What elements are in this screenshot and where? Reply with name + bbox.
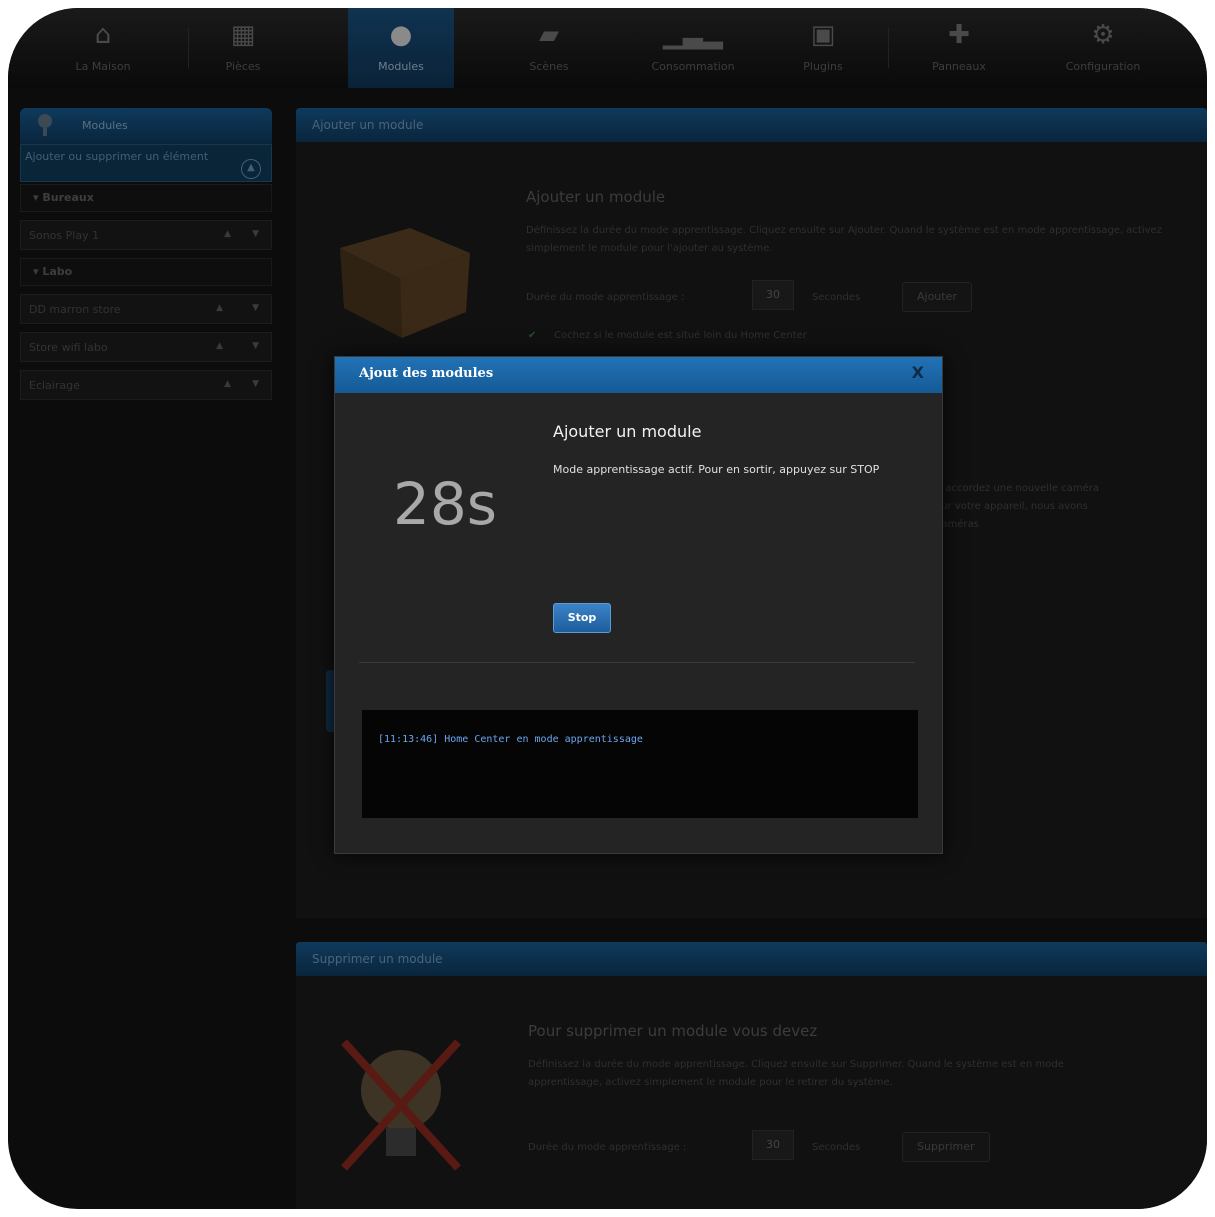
log-line: [11:13:46] Home Center en mode apprentis… [378, 734, 643, 745]
stop-button[interactable]: Stop [553, 603, 611, 633]
move-down-icon[interactable]: ▼ [252, 229, 259, 239]
add-module-panel-header: Ajouter un module [296, 108, 1207, 142]
clapper-icon: ▰ [539, 20, 559, 50]
nav-item-plugins[interactable]: ▣ Plugins [768, 8, 878, 88]
sidebar-item-eclairage[interactable]: Eclairage ▲ ▼ [20, 370, 272, 400]
close-icon[interactable]: X [912, 363, 924, 382]
nav-item-consommation[interactable]: ▁▃▂ Consommation [628, 8, 758, 88]
sidebar-item-store-wifi-labo[interactable]: Store wifi labo ▲ ▼ [20, 332, 272, 362]
add-modules-dialog: Ajout des modules X 28s Ajouter un modul… [334, 356, 943, 854]
nav-divider [888, 28, 889, 68]
rooms-icon: ▦ [230, 20, 256, 50]
dialog-message: Mode apprentissage actif. Pour en sortir… [553, 463, 880, 476]
sidebar-item-sonos-play-1[interactable]: Sonos Play 1 ▲ ▼ [20, 220, 272, 250]
top-navigation: ⌂ La Maison ▦ Pièces ● Modules ▰ Scènes … [8, 8, 1207, 88]
sidebar: Modules Ajouter ou supprimer un élément … [20, 108, 272, 400]
chart-icon: ▁▃▂ [663, 20, 723, 50]
remove-duration-input[interactable]: 30 [752, 1130, 794, 1160]
gears-icon: ⚙ [1091, 20, 1115, 50]
remove-module-panel: Supprimer un module Pour supprimer un mo… [296, 942, 1207, 1209]
move-down-icon[interactable]: ▼ [252, 341, 259, 351]
puzzle-icon: ✚ [948, 20, 970, 50]
remove-module-panel-header: Supprimer un module [296, 942, 1207, 976]
sidebar-group-bureaux[interactable]: ▾ Bureaux [20, 184, 272, 212]
sidebar-item-dd-marron-store[interactable]: DD marron store ▲ ▼ [20, 294, 272, 324]
countdown-timer: 28s [393, 470, 498, 538]
nav-item-configuration[interactable]: ⚙ Configuration [1038, 8, 1168, 88]
add-duration-input[interactable]: 30 [752, 280, 794, 310]
move-up-icon[interactable]: ▲ [216, 303, 223, 313]
sidebar-add-remove-link[interactable]: Ajouter ou supprimer un élément ▲ [20, 144, 272, 182]
move-up-icon[interactable]: ▲ [216, 341, 223, 351]
house-icon: ⌂ [94, 20, 112, 50]
bulb-icon [38, 114, 52, 136]
nav-item-la-maison[interactable]: ⌂ La Maison [48, 8, 158, 88]
gift-icon: ▣ [810, 20, 836, 50]
add-button[interactable]: Ajouter [902, 282, 972, 312]
checkbox-checked-icon[interactable]: ✔ [528, 330, 536, 341]
modal-side-tab [326, 670, 334, 732]
dialog-header: Ajout des modules X [335, 357, 942, 393]
move-up-icon[interactable]: ▲ [224, 379, 231, 389]
move-up-icon[interactable]: ▲ [224, 229, 231, 239]
package-box-icon [340, 228, 470, 338]
move-down-icon[interactable]: ▼ [252, 303, 259, 313]
chevron-up-icon[interactable]: ▲ [241, 159, 261, 179]
move-down-icon[interactable]: ▼ [252, 379, 259, 389]
sidebar-group-labo[interactable]: ▾ Labo [20, 258, 272, 286]
divider [359, 662, 915, 663]
app-window: ⌂ La Maison ▦ Pièces ● Modules ▰ Scènes … [8, 8, 1207, 1209]
nav-item-scenes[interactable]: ▰ Scènes [494, 8, 604, 88]
nav-item-panneaux[interactable]: ✚ Panneaux [904, 8, 1014, 88]
bulb-icon: ● [389, 20, 413, 50]
crossed-bulb-icon [341, 1039, 461, 1171]
remove-button[interactable]: Supprimer [902, 1132, 990, 1162]
log-console: [11:13:46] Home Center en mode apprentis… [362, 710, 918, 818]
dialog-title: Ajouter un module [553, 422, 702, 441]
sidebar-header: Modules [20, 108, 272, 144]
nav-item-pieces[interactable]: ▦ Pièces [188, 8, 298, 88]
nav-item-modules[interactable]: ● Modules [348, 8, 454, 88]
